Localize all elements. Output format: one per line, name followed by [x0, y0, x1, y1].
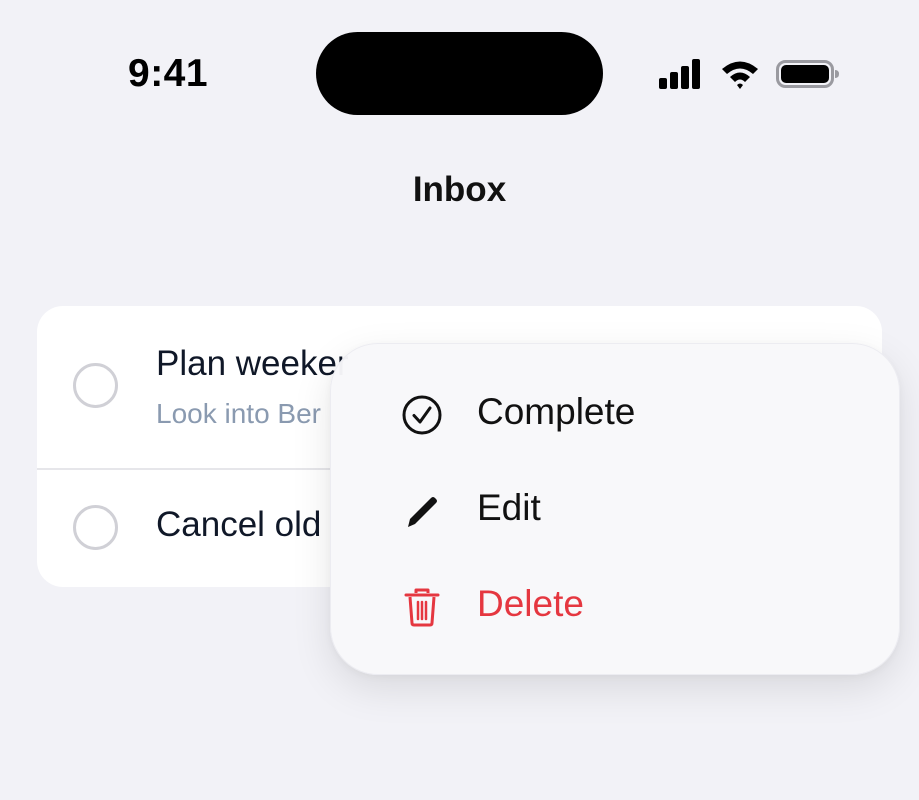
task-complete-toggle[interactable]	[73, 505, 118, 550]
status-bar: 9:41	[0, 0, 919, 150]
task-complete-toggle[interactable]	[73, 363, 118, 408]
status-time: 9:41	[128, 52, 209, 95]
dynamic-island	[316, 32, 603, 115]
trash-icon	[404, 588, 440, 627]
edit-label: Edit	[477, 487, 541, 528]
context-menu: Complete Edit Delete	[330, 343, 900, 675]
delete-label: Delete	[477, 583, 584, 624]
task-title: Plan weeker	[156, 344, 349, 383]
task-subtitle: Look into Ber	[156, 398, 321, 429]
status-icons	[658, 58, 843, 90]
checkmark-circle-icon	[402, 395, 442, 435]
pencil-icon	[408, 497, 437, 527]
page-title: Inbox	[412, 170, 507, 209]
delete-menu-item[interactable]: Delete	[331, 560, 901, 652]
cellular-signal-icon	[659, 59, 700, 89]
complete-label: Complete	[477, 391, 636, 432]
edit-menu-item[interactable]: Edit	[331, 464, 901, 556]
wifi-icon	[722, 61, 758, 89]
complete-menu-item[interactable]: Complete	[331, 368, 901, 460]
battery-icon	[776, 60, 839, 88]
task-title: Cancel old	[156, 505, 322, 544]
